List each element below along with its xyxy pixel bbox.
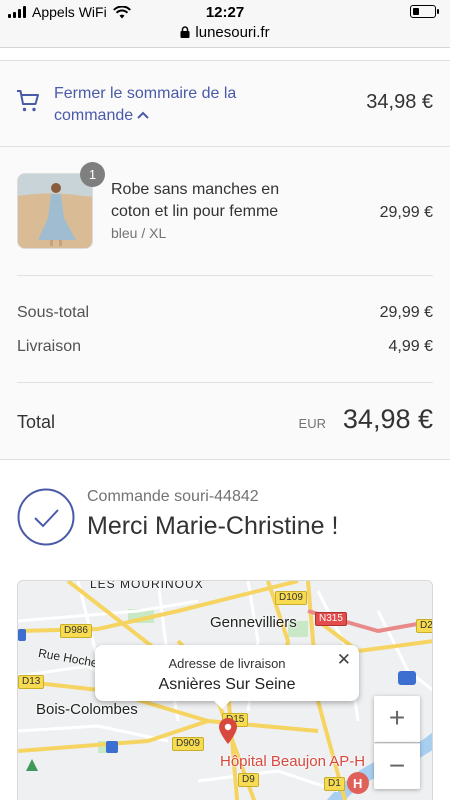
summary-total: 34,98 € <box>366 91 433 113</box>
summary-toggle-button[interactable]: Fermer le sommaire de la commande 34,98 … <box>0 61 450 147</box>
location-pin-icon <box>219 718 237 744</box>
zoom-in-button[interactable]: + <box>374 696 420 742</box>
product-price: 29,99 € <box>379 204 433 221</box>
chevron-up-icon <box>137 111 149 119</box>
product-variant: bleu / XL <box>111 225 167 241</box>
shipping-label: Livraison <box>17 338 82 355</box>
checkmark-circle-icon <box>17 488 75 546</box>
subtotal-label: Sous-total <box>17 304 90 321</box>
divider <box>17 382 433 383</box>
popup-title: Adresse de livraison <box>168 656 286 671</box>
map-label-hopital: Hôpital Beaujon AP-H <box>220 753 366 770</box>
road-badge: D2 <box>416 619 432 633</box>
product-name: Robe sans manches en coton et lin pour f… <box>111 181 280 220</box>
map-label-bois-colombes: Bois-Colombes <box>36 701 138 718</box>
delivery-map[interactable]: H LES MOURINOUX Gennevilliers Rue Hoche … <box>17 580 433 800</box>
cart-icon <box>17 90 39 112</box>
quantity-badge: 1 <box>80 162 105 187</box>
road-badge: D909 <box>172 737 204 751</box>
close-icon[interactable]: ✕ <box>337 650 351 670</box>
road-badge: D109 <box>275 591 307 605</box>
subtotal-value: 29,99 € <box>379 304 433 321</box>
address-bar[interactable]: lunesouri.fr <box>0 24 450 48</box>
url-text: lunesouri.fr <box>195 24 270 41</box>
product-thumbnail <box>17 173 93 249</box>
divider <box>17 275 433 276</box>
total-label: Total <box>17 412 56 432</box>
order-number: Commande souri-44842 <box>87 488 259 505</box>
road-badge: D1 <box>324 777 345 791</box>
status-bar: Appels WiFi 12:27 <box>0 0 450 24</box>
popup-address: Asnières Sur Seine <box>158 676 296 693</box>
clock: 12:27 <box>205 4 245 21</box>
battery-icon <box>410 5 439 18</box>
zoom-out-button[interactable]: − <box>374 743 420 789</box>
road-badge: D13 <box>18 675 45 689</box>
summary-toggle-label[interactable]: Fermer le sommaire de la commande <box>54 83 284 127</box>
lock-icon <box>180 26 190 38</box>
map-label-les-mourinoux: LES MOURINOUX <box>90 580 204 591</box>
address-popup: Adresse de livraison Asnières Sur Seine … <box>95 645 359 709</box>
road-badge: D986 <box>60 624 92 638</box>
svg-text:H: H <box>353 776 362 791</box>
shipping-value: 4,99 € <box>388 338 433 355</box>
order-summary: Fermer le sommaire de la commande 34,98 … <box>0 60 450 460</box>
road-badge: N315 <box>315 612 347 626</box>
currency-code: EUR <box>298 416 326 431</box>
thank-you-heading: Merci Marie-Christine ! <box>87 512 339 540</box>
road-badge: D9 <box>238 773 259 787</box>
map-label-gennevilliers: Gennevilliers <box>210 614 297 631</box>
total-value: 34,98 € <box>342 404 433 434</box>
